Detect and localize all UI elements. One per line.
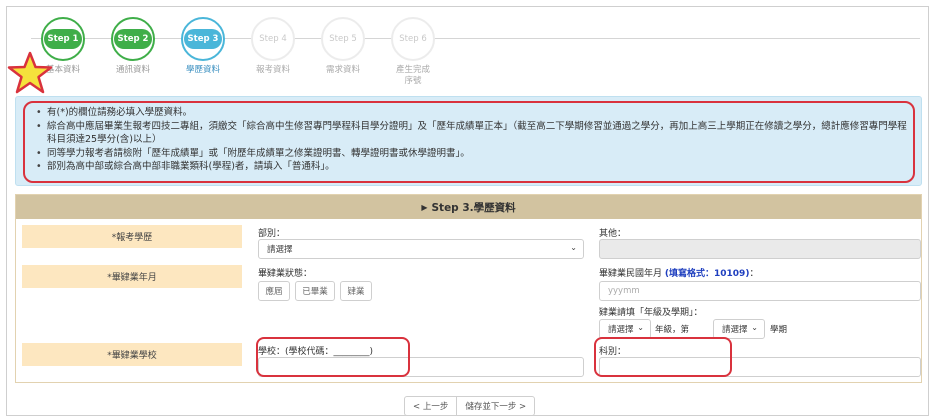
- grade-select-value: 請選擇: [608, 325, 634, 335]
- grad-ym-colon: ：: [749, 269, 759, 279]
- other-input: [599, 239, 921, 259]
- dept-select[interactable]: 請選擇 ⌄: [258, 239, 584, 259]
- step-3-pill: Step 3: [184, 29, 222, 49]
- grad-year-label: *畢肄業年月: [22, 265, 242, 288]
- grad-school-label: *畢肄業學校: [22, 343, 242, 366]
- status-current-button[interactable]: 應屆: [258, 281, 290, 301]
- grad-ym-format-hint: (填寫格式：10109): [664, 269, 750, 279]
- step-6-pill: Step 6: [399, 34, 427, 44]
- step-4-pill: Step 4: [259, 34, 287, 44]
- chevron-down-icon: ⌄: [570, 243, 577, 252]
- caret-right-icon: ▶: [421, 202, 428, 212]
- term-suffix: 學期: [770, 325, 788, 335]
- save-next-button[interactable]: 儲存並下一步 >: [456, 397, 534, 415]
- step-6-label-line2: 序號: [404, 76, 422, 86]
- step-5: Step 5 需求資料: [308, 17, 378, 76]
- step-4: Step 4 報考資料: [238, 17, 308, 76]
- prev-step-button[interactable]: < 上一步: [405, 397, 456, 415]
- subject-highlight-outline: [594, 337, 732, 377]
- school-highlight-outline: [256, 337, 410, 377]
- step-6: Step 6 產生完成 序號: [378, 17, 448, 87]
- dropout-grade-label: 肄業請填「年級及學期」：: [599, 308, 703, 318]
- step-2-circle: Step 2: [111, 17, 155, 61]
- row-grad-school: *畢肄業學校 學校：(學校代碼：________) 科別：: [16, 343, 921, 379]
- chevron-down-icon: ⌄: [751, 323, 758, 332]
- grade-select[interactable]: 請選擇 ⌄: [599, 319, 651, 339]
- step-1-pill: Step 1: [44, 29, 82, 49]
- status-dropout-button[interactable]: 肄業: [340, 281, 372, 301]
- step-navigation: < 上一步 儲存並下一步 >: [404, 396, 536, 416]
- other-label: 其他：: [599, 229, 627, 239]
- grade-suffix: 年級，第: [655, 325, 690, 335]
- step-2[interactable]: Step 2 通訊資料: [98, 17, 168, 76]
- grad-ym-label-text: 畢肄業民國年月: [599, 269, 663, 279]
- form-section-title: Step 3.學歷資料: [431, 201, 516, 214]
- dept-select-value: 請選擇: [267, 245, 293, 255]
- education-form: ▶ Step 3.學歷資料 *報考學歷 部別： 請選擇 ⌄ 其他： *畢肄業年月…: [15, 194, 922, 383]
- step-3[interactable]: Step 3 學歷資料: [168, 17, 238, 76]
- grad-ym-input[interactable]: yyymm: [599, 281, 921, 301]
- step-3-circle: Step 3: [181, 17, 225, 61]
- step-2-label: 通訊資料: [115, 65, 150, 75]
- term-select[interactable]: 請選擇 ⌄: [713, 319, 765, 339]
- step-5-label: 需求資料: [325, 65, 360, 75]
- registration-form-frame: Step 1 基本資料 Step 2 通訊資料 Step 3 學歷資料 Step…: [6, 6, 929, 416]
- step-5-circle: Step 5: [321, 17, 365, 61]
- grad-ym-placeholder: yyymm: [608, 286, 640, 296]
- step-2-pill: Step 2: [114, 29, 152, 49]
- grad-ym-label: 畢肄業民國年月 (填寫格式：10109)：: [599, 266, 758, 279]
- step-6-label: 產生完成 序號: [378, 65, 448, 87]
- exam-education-label: *報考學歷: [22, 225, 242, 248]
- step-6-circle: Step 6: [391, 17, 435, 61]
- form-section-header[interactable]: ▶ Step 3.學歷資料: [16, 195, 921, 219]
- star-icon: [7, 51, 53, 94]
- grad-status-label: 畢肄業狀態：: [258, 269, 313, 279]
- step-4-circle: Step 4: [251, 17, 295, 61]
- status-graduated-button[interactable]: 已畢業: [295, 281, 335, 301]
- step-progress: Step 1 基本資料 Step 2 通訊資料 Step 3 學歷資料 Step…: [7, 7, 930, 87]
- step-4-label: 報考資料: [255, 65, 290, 75]
- row-grad-year: *畢肄業年月 畢肄業狀態： 應屆 已畢業 肄業 畢肄業民國年月 (填寫格式：10…: [16, 265, 921, 345]
- row-exam-education: *報考學歷 部別： 請選擇 ⌄ 其他：: [16, 225, 921, 261]
- step-3-label: 學歷資料: [185, 65, 220, 75]
- term-select-value: 請選擇: [722, 325, 748, 335]
- step-6-label-line1: 產生完成: [395, 65, 430, 75]
- step-5-pill: Step 5: [329, 34, 357, 44]
- dept-label: 部別：: [258, 229, 286, 239]
- notice-highlight-outline: [23, 101, 915, 183]
- chevron-down-icon: ⌄: [637, 323, 644, 332]
